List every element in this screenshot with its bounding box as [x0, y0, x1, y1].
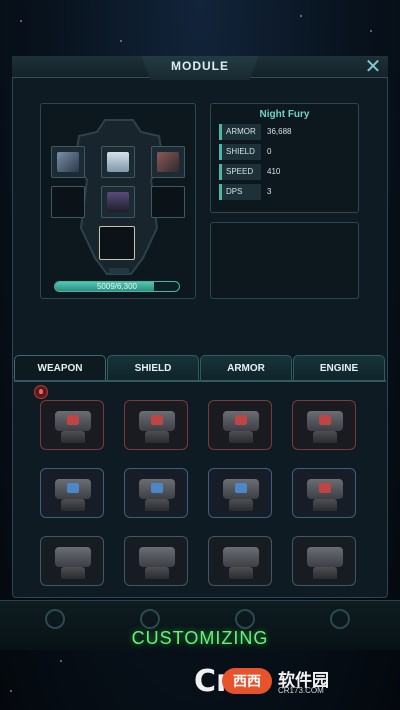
tab-armor[interactable]: ARMOR — [200, 355, 292, 381]
ship-preview — [40, 103, 196, 299]
module-item[interactable] — [124, 400, 188, 450]
module-item[interactable] — [124, 536, 188, 586]
turret-accent — [319, 415, 331, 425]
star — [300, 15, 302, 17]
module-item[interactable] — [124, 468, 188, 518]
progress-text: 5009/6,300 — [96, 282, 138, 291]
module-item[interactable] — [292, 400, 356, 450]
turret-accent — [151, 483, 163, 493]
slot-empty-left[interactable] — [51, 186, 85, 218]
star — [370, 30, 372, 32]
watermark-url: CR173.COM — [278, 686, 324, 695]
turret-base — [145, 431, 169, 443]
stat-label: SHIELD — [219, 144, 261, 160]
share-icon — [140, 609, 160, 629]
stat-armor: ARMOR 36,688 — [219, 124, 355, 140]
module-item[interactable] — [40, 400, 104, 450]
close-icon[interactable]: ✕ — [364, 57, 382, 77]
stat-label: ARMOR — [219, 124, 261, 140]
settings-icon — [330, 609, 350, 629]
turret-base — [61, 499, 85, 511]
slot-armor[interactable] — [151, 146, 185, 178]
turret-base — [145, 567, 169, 579]
stat-dps: DPS 3 — [219, 184, 355, 200]
module-item[interactable] — [208, 536, 272, 586]
turret-base — [229, 431, 253, 443]
tab-shield[interactable]: SHIELD — [107, 355, 199, 381]
tab-weapon[interactable]: WEAPON — [14, 355, 106, 381]
turret-icon — [139, 547, 175, 567]
module-item[interactable] — [40, 468, 104, 518]
caption-text: CUSTOMIZING — [131, 628, 269, 648]
page-title: MODULE — [171, 59, 229, 73]
watermark-badge: 西西 — [222, 668, 272, 694]
turret-accent — [67, 415, 79, 425]
module-item[interactable] — [40, 536, 104, 586]
star — [10, 690, 12, 692]
turret-accent — [151, 415, 163, 425]
stat-value: 3 — [267, 187, 272, 196]
star — [60, 660, 62, 662]
turret-icon — [307, 547, 343, 567]
turret-base — [61, 431, 85, 443]
turret-base — [229, 499, 253, 511]
stat-value: 36,688 — [267, 127, 292, 136]
turret-icon — [223, 547, 259, 567]
stat-value: 0 — [267, 147, 272, 156]
turret-accent — [235, 483, 247, 493]
slot-engine[interactable] — [101, 186, 135, 218]
new-item-badge-icon — [34, 385, 48, 399]
module-item[interactable] — [292, 536, 356, 586]
module-item[interactable] — [292, 468, 356, 518]
turret-accent — [319, 483, 331, 493]
module-grid — [40, 400, 370, 590]
title-bar: MODULE — [12, 56, 388, 78]
stat-speed: SPEED 410 — [219, 164, 355, 180]
turret-base — [313, 499, 337, 511]
watermark-logo: Cr 西西 软件园 CR173.COM — [194, 664, 378, 700]
turret-base — [229, 567, 253, 579]
turret-base — [61, 567, 85, 579]
slot-empty-right[interactable] — [151, 186, 185, 218]
description-panel — [210, 222, 359, 299]
star — [120, 40, 122, 42]
turret-base — [145, 499, 169, 511]
stat-label: SPEED — [219, 164, 261, 180]
turret-accent — [235, 415, 247, 425]
stats-panel: Night Fury ARMOR 36,688 SHIELD 0 SPEED 4… — [210, 103, 359, 213]
tab-divider — [14, 380, 386, 382]
module-tabs: WEAPON SHIELD ARMOR ENGINE — [14, 355, 386, 381]
slot-shield[interactable] — [101, 146, 135, 178]
turret-base — [313, 431, 337, 443]
ship-icon — [235, 609, 255, 629]
turret-accent — [67, 483, 79, 493]
stat-shield: SHIELD 0 — [219, 144, 355, 160]
ship-name: Night Fury — [259, 109, 310, 120]
stat-value: 410 — [267, 167, 281, 176]
slot-selected[interactable] — [99, 226, 135, 260]
turret-icon — [55, 547, 91, 567]
module-item[interactable] — [208, 400, 272, 450]
tab-engine[interactable]: ENGINE — [293, 355, 385, 381]
module-item[interactable] — [208, 468, 272, 518]
turret-base — [313, 567, 337, 579]
gear-icon — [45, 609, 65, 629]
star — [20, 20, 22, 22]
slot-weapon[interactable] — [51, 146, 85, 178]
stat-label: DPS — [219, 184, 261, 200]
